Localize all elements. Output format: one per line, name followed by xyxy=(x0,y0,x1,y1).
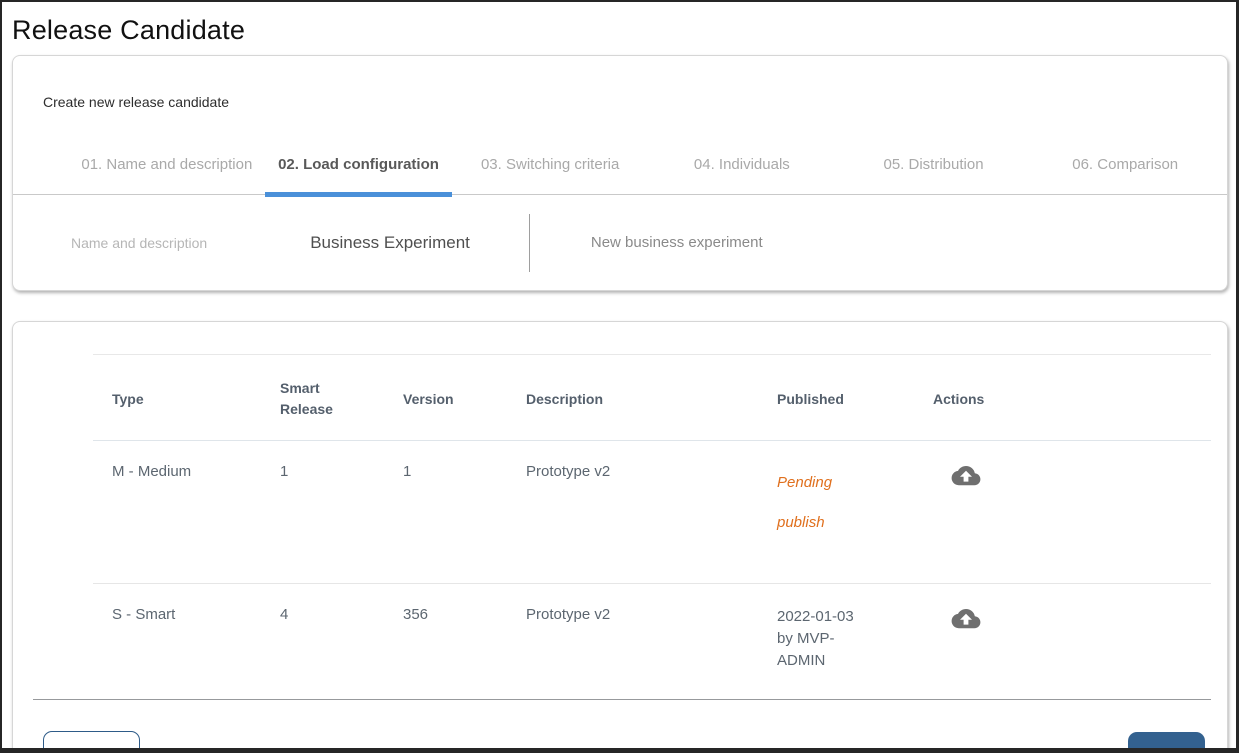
cell-published: Pending publish xyxy=(777,441,933,584)
column-header-smart-release: Smart Release xyxy=(280,355,403,441)
column-header-version: Version xyxy=(403,355,526,441)
subnav-divider xyxy=(529,214,530,272)
app-window: Release Candidate Create new release can… xyxy=(0,0,1239,753)
configurations-card: Type Smart Release Version Description P… xyxy=(12,321,1228,753)
cancel-button[interactable]: Cancel xyxy=(43,731,140,753)
wizard-card: Create new release candidate 01. Name an… xyxy=(12,55,1228,291)
table-row: M - Medium 1 1 Prototype v2 Pending publ… xyxy=(93,441,1211,584)
tab-individuals[interactable]: 04. Individuals xyxy=(646,150,838,194)
wizard-step-tabs: 01. Name and description 02. Load config… xyxy=(13,150,1227,195)
next-button[interactable]: Next xyxy=(1128,732,1205,753)
cell-version: 356 xyxy=(403,584,526,700)
subnav-item-business-experiment[interactable]: Business Experiment xyxy=(310,233,470,253)
tab-name-and-description[interactable]: 01. Name and description xyxy=(71,150,263,194)
configurations-table: Type Smart Release Version Description P… xyxy=(93,354,1211,699)
wizard-footer: Cancel Next xyxy=(13,700,1227,753)
cell-actions xyxy=(933,584,1211,700)
publish-button[interactable] xyxy=(950,606,982,630)
status-badge: Pending publish xyxy=(777,463,867,543)
cell-type: S - Smart xyxy=(93,584,280,700)
table-row: S - Smart 4 356 Prototype v2 2022-01-03 … xyxy=(93,584,1211,700)
cloud-upload-icon xyxy=(950,463,982,487)
cell-actions xyxy=(933,441,1211,584)
cell-version: 1 xyxy=(403,441,526,584)
load-config-subnav: Name and description Business Experiment… xyxy=(13,195,1227,290)
published-date: 2022-01-03 by MVP-ADMIN xyxy=(777,606,867,672)
cell-smart-release: 1 xyxy=(280,441,403,584)
column-header-description: Description xyxy=(526,355,777,441)
publish-button[interactable] xyxy=(950,463,982,487)
cell-description: Prototype v2 xyxy=(526,441,777,584)
column-header-actions: Actions xyxy=(933,355,1211,441)
column-header-published: Published xyxy=(777,355,933,441)
tab-switching-criteria[interactable]: 03. Switching criteria xyxy=(454,150,646,194)
cell-type: M - Medium xyxy=(93,441,280,584)
tab-distribution[interactable]: 05. Distribution xyxy=(838,150,1030,194)
cell-description: Prototype v2 xyxy=(526,584,777,700)
table-header-row: Type Smart Release Version Description P… xyxy=(93,355,1211,441)
page-title: Release Candidate xyxy=(12,15,1236,46)
tab-comparison[interactable]: 06. Comparison xyxy=(1029,150,1221,194)
subnav-item-new-business-experiment[interactable]: New business experiment xyxy=(591,234,763,251)
column-header-type: Type xyxy=(93,355,280,441)
cell-smart-release: 4 xyxy=(280,584,403,700)
wizard-intro-text: Create new release candidate xyxy=(13,56,1227,110)
cell-published: 2022-01-03 by MVP-ADMIN xyxy=(777,584,933,700)
cloud-upload-icon xyxy=(950,606,982,630)
subnav-item-name-and-description[interactable]: Name and description xyxy=(71,235,207,251)
tab-load-configuration[interactable]: 02. Load configuration xyxy=(263,150,455,194)
